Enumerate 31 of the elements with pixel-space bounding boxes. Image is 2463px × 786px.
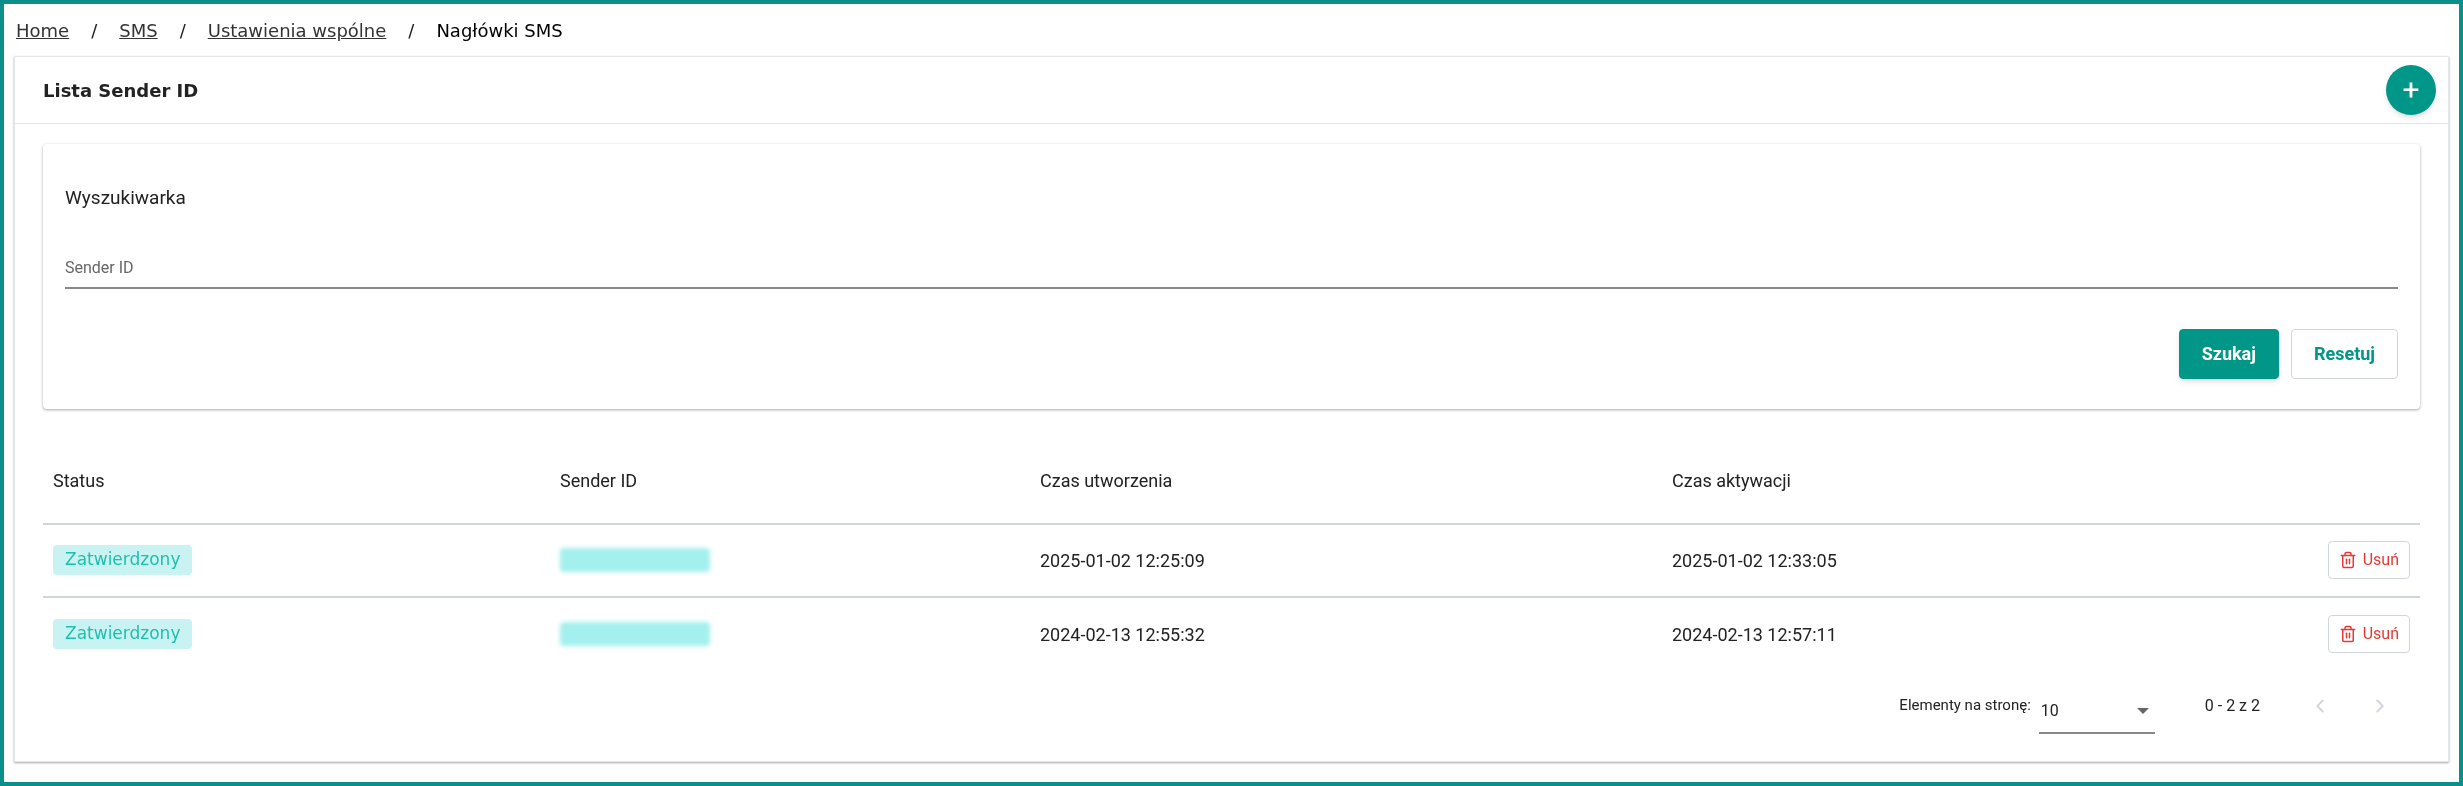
status-badge: Zatwierdzony — [53, 619, 193, 649]
column-header: Czas aktywacji — [1672, 470, 1791, 491]
delete-button[interactable]: Usuń — [2327, 541, 2410, 579]
trash-icon — [2338, 625, 2357, 643]
page-size-label: Elementy na stronę: — [1899, 695, 2031, 717]
search-title: Wyszukiwarka — [65, 185, 187, 211]
sender-id-field[interactable]: Sender ID — [65, 248, 2398, 289]
dropdown-caret-icon — [2136, 707, 2149, 714]
add-button[interactable]: + — [2386, 65, 2436, 115]
breadcrumb-current: Nagłówki SMS — [436, 18, 563, 43]
column-header: Czas utworzenia — [1040, 470, 1173, 491]
page-range: 0 - 2 z 2 — [2204, 694, 2260, 717]
breadcrumb-link[interactable]: SMS — [119, 16, 158, 44]
panel-title: Lista Sender ID — [43, 78, 199, 103]
breadcrumb-separator: / — [91, 18, 98, 43]
trash-icon — [2338, 551, 2357, 569]
page-size-select[interactable]: 10 — [2038, 689, 2155, 734]
breadcrumb-link[interactable]: Ustawienia wspólne — [207, 16, 387, 44]
breadcrumb-link[interactable]: Home — [16, 16, 70, 44]
table-cell: 2024-02-13 12:55:32 — [1040, 623, 1205, 645]
delete-button[interactable]: Usuń — [2327, 615, 2410, 653]
column-header: Sender ID — [560, 470, 638, 491]
table-cell-text: 2024-02-13 12:57:11 — [1672, 622, 1837, 647]
column-header: Status — [53, 470, 105, 491]
table-cell: 2025-01-02 12:25:09 — [1040, 549, 1205, 571]
search-action-button[interactable]: Resetuj — [2290, 328, 2398, 379]
search-action-button[interactable]: Szukaj — [2178, 328, 2279, 379]
breadcrumb-separator: / — [408, 18, 415, 43]
status-badge: Zatwierdzony — [53, 545, 193, 575]
breadcrumb-separator: / — [179, 18, 186, 43]
table-cell-text: 2025-01-02 12:33:05 — [1672, 548, 1837, 573]
